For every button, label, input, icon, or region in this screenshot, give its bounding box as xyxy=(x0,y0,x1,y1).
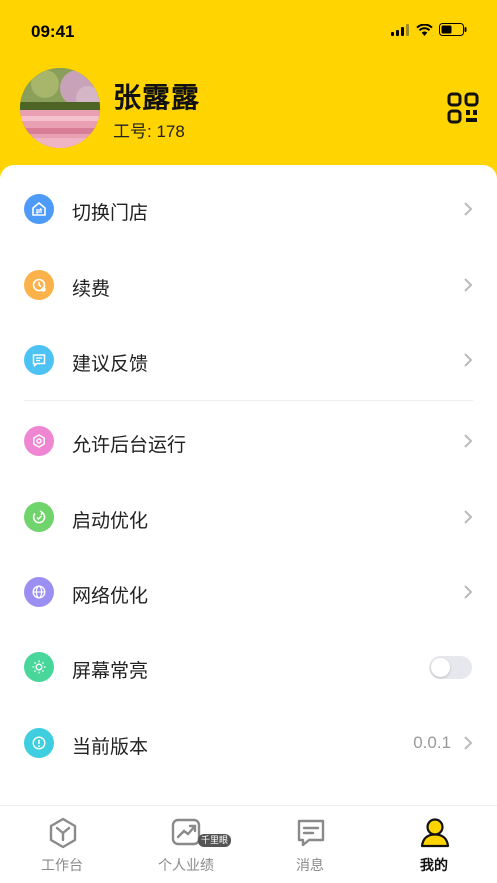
tab-label: 个人业绩 xyxy=(158,857,214,873)
menu-label: 屏幕常亮 xyxy=(72,661,149,682)
chevron-right-icon xyxy=(464,202,473,216)
chevron-right-icon xyxy=(464,278,473,292)
tab-message[interactable]: 消息 xyxy=(248,806,372,883)
user-name: 张露露 xyxy=(113,82,201,113)
menu-label: 允许后台运行 xyxy=(72,435,187,456)
profile-icon xyxy=(420,818,450,848)
menu-label: 切换门店 xyxy=(72,203,149,224)
feedback-icon xyxy=(24,345,54,375)
menu-item-version[interactable]: 当前版本 0.0.1 xyxy=(0,713,497,773)
menu-label: 启动优化 xyxy=(72,511,149,532)
message-icon xyxy=(297,819,325,847)
status-bar: 09:41 xyxy=(0,20,497,46)
menu-item-network-optimize[interactable]: 网络优化 xyxy=(0,562,497,622)
renew-icon xyxy=(24,270,54,300)
menu-item-switch-store[interactable]: 切换门店 xyxy=(0,179,497,239)
tab-performance[interactable]: 千里眼 个人业绩 xyxy=(124,806,248,883)
section-divider xyxy=(24,400,473,401)
menu-item-background-run[interactable]: 允许后台运行 xyxy=(0,411,497,471)
tab-profile[interactable]: 我的 xyxy=(372,806,496,883)
performance-badge: 千里眼 xyxy=(198,834,232,847)
workbench-icon xyxy=(49,817,77,849)
bottom-tab-bar: 工作台 千里眼 个人业绩 消息 我的 xyxy=(0,805,497,883)
screen-on-toggle[interactable] xyxy=(429,656,472,679)
tab-workbench[interactable]: 工作台 xyxy=(0,806,124,883)
employee-id: 工号: 178 xyxy=(113,122,185,141)
wifi-icon xyxy=(416,23,433,36)
menu-item-feedback[interactable]: 建议反馈 xyxy=(0,330,497,390)
version-value: 0.0.1 xyxy=(413,733,451,752)
battery-icon xyxy=(439,23,467,36)
chevron-right-icon xyxy=(464,434,473,448)
tab-label: 我的 xyxy=(420,857,448,873)
chevron-right-icon xyxy=(464,585,473,599)
store-switch-icon xyxy=(24,194,54,224)
menu-item-renew[interactable]: 续费 xyxy=(0,255,497,315)
menu-label: 网络优化 xyxy=(72,586,149,607)
chevron-right-icon xyxy=(464,736,473,750)
version-icon xyxy=(24,728,54,758)
status-time: 09:41 xyxy=(31,22,75,41)
menu-item-screen-on: 屏幕常亮 xyxy=(0,637,497,697)
tab-label: 工作台 xyxy=(41,857,83,873)
network-optimize-icon xyxy=(24,577,54,607)
chevron-right-icon xyxy=(464,353,473,367)
menu-label: 当前版本 xyxy=(72,737,149,758)
chevron-right-icon xyxy=(464,510,473,524)
tab-label: 消息 xyxy=(296,857,324,873)
background-run-icon xyxy=(24,426,54,456)
screen-on-icon xyxy=(24,652,54,682)
qr-code-icon[interactable] xyxy=(447,92,479,124)
avatar[interactable] xyxy=(20,68,100,148)
menu-label: 续费 xyxy=(72,279,111,300)
settings-card: 切换门店 续费 建议反馈 允许后台运行 启动优化 网络优化 屏幕常亮 当前版本 … xyxy=(0,165,497,805)
cellular-signal-icon xyxy=(391,23,409,36)
startup-optimize-icon xyxy=(24,502,54,532)
menu-item-startup-optimize[interactable]: 启动优化 xyxy=(0,487,497,547)
menu-label: 建议反馈 xyxy=(72,354,149,375)
